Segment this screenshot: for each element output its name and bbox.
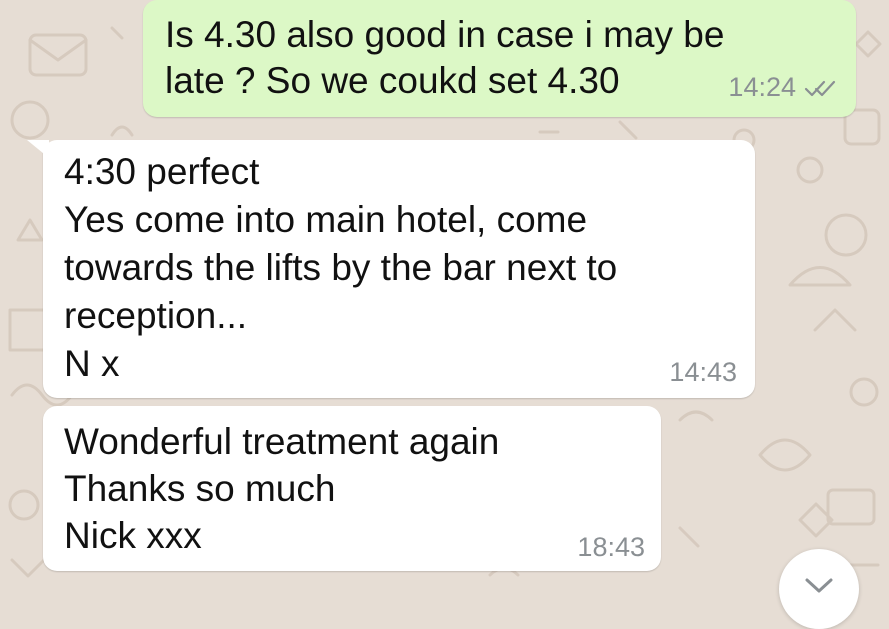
bubble-tail <box>27 140 49 158</box>
message-text-line: reception... <box>64 295 248 336</box>
message-bubble-outgoing[interactable]: Is 4.30 also good in case i may be late … <box>143 0 856 117</box>
message-timestamp: 14:43 <box>669 357 737 387</box>
message-text-line: Is 4.30 also good in case i may be <box>165 14 725 55</box>
message-text-line: N x <box>64 343 120 384</box>
message-text-line: towards the lifts by the bar next to <box>64 247 618 288</box>
scroll-to-bottom-button[interactable] <box>779 549 859 629</box>
message-text-line: Wonderful treatment again <box>64 421 500 462</box>
message-bubble-incoming[interactable]: 4:30 perfect Yes come into main hotel, c… <box>27 140 755 398</box>
double-check-icon <box>804 80 836 96</box>
message-text-line: Thanks so much <box>64 468 336 509</box>
message-meta: 14:43 <box>669 359 737 386</box>
message-text-line: late ? So we coukd set 4.30 <box>165 60 620 101</box>
message-timestamp: 14:24 <box>728 72 796 102</box>
chevron-down-icon <box>805 578 833 593</box>
message-text-line: 4:30 perfect <box>64 151 260 192</box>
message-meta: 14:24 <box>728 74 838 101</box>
message-meta: 18:43 <box>577 534 645 561</box>
message-timestamp: 18:43 <box>577 532 645 562</box>
message-bubble-incoming[interactable]: Wonderful treatment again Thanks so much… <box>43 406 661 571</box>
chat-area: Is 4.30 also good in case i may be late … <box>0 0 889 629</box>
message-text-line: Nick xxx <box>64 515 202 556</box>
message-text-line: Yes come into main hotel, come <box>64 199 588 240</box>
